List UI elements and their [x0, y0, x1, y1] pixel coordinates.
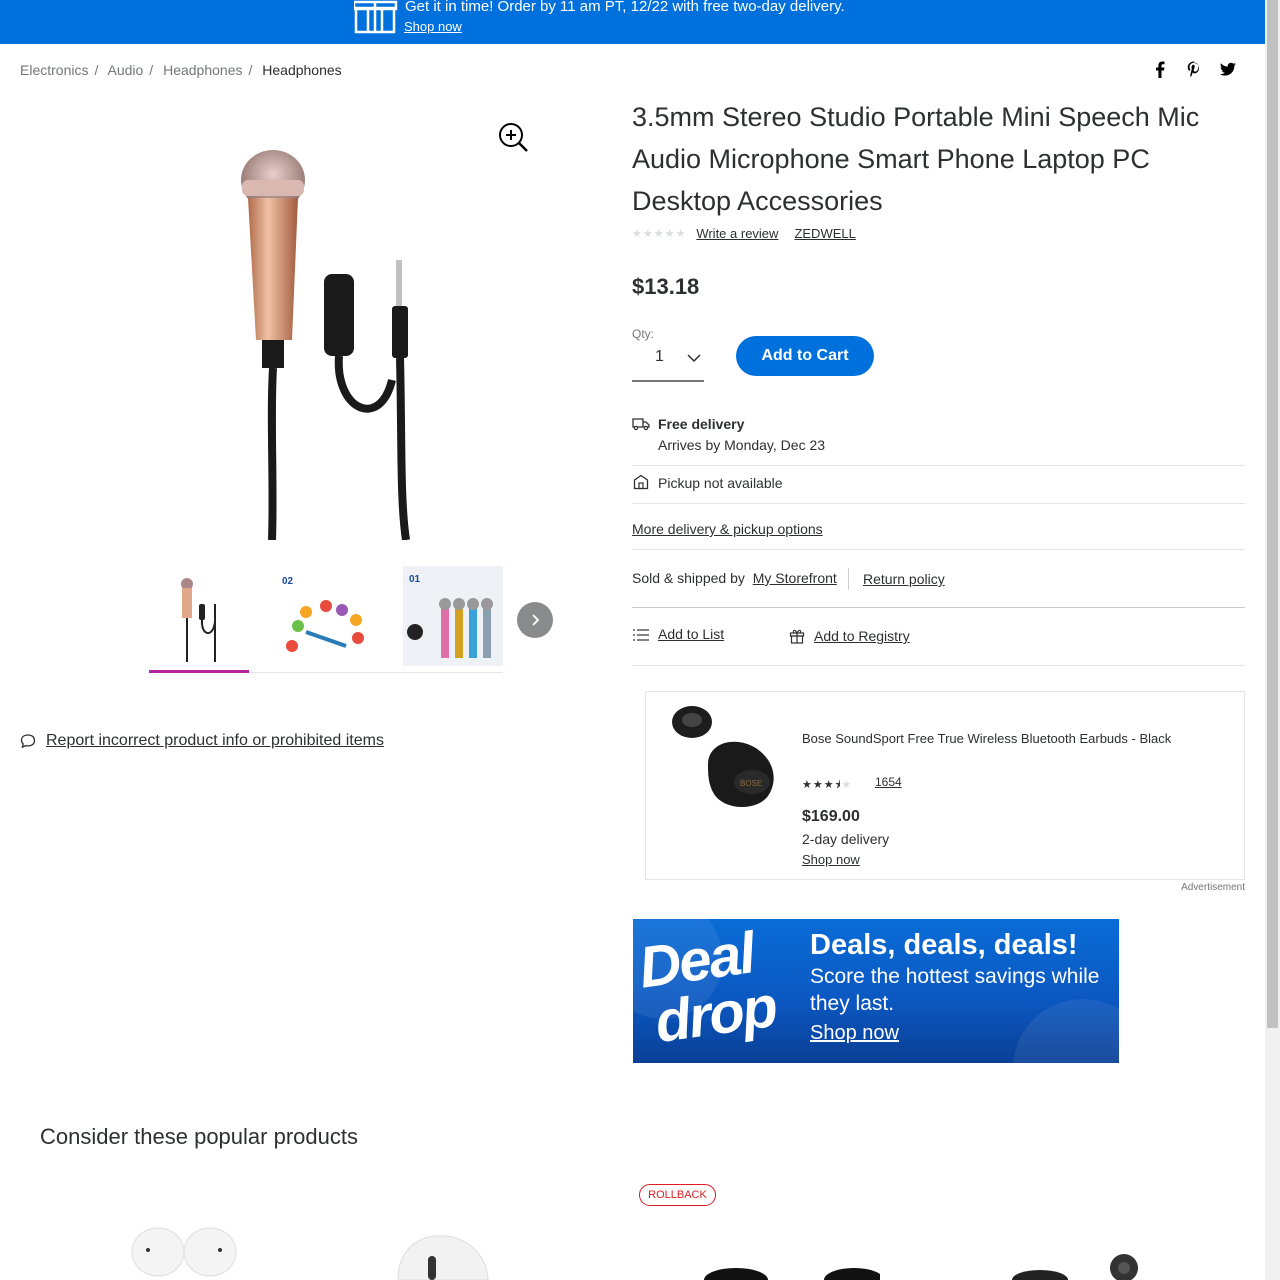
rating-row: ★★★★★ Write a review ZEDWELL	[632, 226, 856, 241]
thumbnail-selected-indicator	[149, 670, 249, 673]
add-to-cart-button[interactable]: Add to Cart	[736, 336, 874, 376]
thumbnail-2[interactable]: 02	[276, 566, 376, 666]
add-to-list-link[interactable]: Add to List	[658, 626, 724, 642]
promo-shop-now-link[interactable]: Shop now	[404, 19, 462, 34]
svg-text:02: 02	[282, 576, 294, 587]
advertisement-label: Advertisement	[1181, 882, 1245, 893]
popular-product-image-2[interactable]	[388, 1220, 498, 1280]
ad-product-image: BOSE	[672, 706, 774, 808]
pinterest-icon[interactable]	[1183, 58, 1205, 80]
thumbnail-3[interactable]: 01	[403, 566, 503, 666]
qty-label: Qty:	[632, 327, 655, 341]
store-icon	[633, 474, 649, 490]
scrollbar-thumb[interactable]	[1267, 0, 1278, 1028]
deal-shop-now-link[interactable]: Shop now	[810, 1022, 899, 1045]
section-title: Consider these popular products	[40, 1124, 358, 1149]
zoom-in-icon[interactable]	[496, 120, 530, 154]
ad-review-count[interactable]: 1654	[875, 775, 902, 789]
facebook-icon[interactable]	[1149, 58, 1171, 80]
deal-drop-banner[interactable]: Deal drop Deals, deals, deals! Score the…	[633, 919, 1119, 1063]
pickup-status: Pickup not available	[658, 475, 783, 491]
report-link[interactable]: Report incorrect product info or prohibi…	[20, 732, 384, 750]
registry-gift-icon	[789, 629, 805, 644]
divider-vertical	[848, 568, 849, 590]
product-price: $13.18	[632, 274, 700, 299]
breadcrumb-audio[interactable]: Audio	[107, 62, 143, 78]
popular-product-image-1[interactable]	[130, 1220, 240, 1280]
chat-bubble-icon	[20, 734, 36, 749]
report-link-text: Report incorrect product info or prohibi…	[46, 732, 384, 749]
thumbnail-1[interactable]	[149, 566, 249, 666]
ad-price: $169.00	[802, 808, 860, 825]
divider	[632, 549, 1245, 550]
popular-product-image-3[interactable]	[700, 1220, 880, 1280]
breadcrumb-electronics[interactable]: Electronics	[20, 62, 88, 78]
chevron-right-icon	[532, 614, 540, 626]
divider	[632, 503, 1245, 504]
sponsored-product-card[interactable]: BOSE Bose SoundSport Free True Wireless …	[645, 691, 1245, 880]
product-title: 3.5mm Stereo Studio Portable Mini Speech…	[632, 102, 1200, 216]
more-delivery-options-link[interactable]: More delivery & pickup options	[632, 521, 823, 537]
promo-message: Get it in time! Order by 11 am PT, 12/22…	[405, 0, 845, 15]
svg-text:BOSE: BOSE	[740, 779, 762, 788]
truck-icon	[632, 418, 650, 431]
gallery-next-button[interactable]	[517, 602, 553, 638]
breadcrumb: Electronics / Audio / Headphones / Headphon…	[20, 62, 342, 78]
ad-product-name[interactable]: Bose SoundSport Free True Wireless Bluet…	[802, 731, 1171, 746]
product-main-image	[241, 150, 410, 540]
rating-stars: ★★★★★	[632, 228, 687, 240]
rollback-badge: ROLLBACK	[639, 1184, 716, 1206]
add-to-registry-link[interactable]: Add to Registry	[814, 628, 910, 644]
delivery-date: Arrives by Monday, Dec 23	[658, 437, 826, 453]
ad-shop-now-link[interactable]: Shop now	[802, 852, 860, 867]
chevron-down-icon	[687, 354, 701, 363]
deal-headline: Deals, deals, deals!	[810, 929, 1078, 961]
ad-rating-stars: ★★★⯨★	[802, 779, 853, 791]
breadcrumb-current: Headphones	[262, 62, 342, 78]
popular-product-image-4[interactable]	[1000, 1220, 1150, 1280]
quantity-select[interactable]: 1	[632, 340, 704, 382]
divider	[632, 607, 1245, 608]
ad-delivery: 2-day delivery	[802, 831, 890, 847]
promo-banner: Get it in time! Order by 11 am PT, 12/22…	[0, 0, 1265, 44]
deal-subtext: Score the hottest savings while they las…	[810, 965, 1100, 1015]
return-policy-link[interactable]: Return policy	[863, 571, 945, 587]
svg-text:01: 01	[409, 574, 421, 585]
seller-link[interactable]: My Storefront	[753, 570, 837, 586]
divider	[632, 465, 1245, 466]
breadcrumb-headphones[interactable]: Headphones	[163, 62, 242, 78]
brand-link[interactable]: ZEDWELL	[794, 226, 855, 241]
write-review-link[interactable]: Write a review	[696, 226, 778, 241]
sold-by: Sold & shipped by My Storefront	[632, 570, 837, 586]
quantity-value: 1	[655, 348, 664, 365]
list-icon	[633, 629, 649, 641]
sold-by-label: Sold & shipped by	[632, 570, 745, 586]
twitter-icon[interactable]	[1217, 58, 1239, 80]
gift-icon	[354, 0, 398, 34]
delivery-title: Free delivery	[658, 416, 745, 432]
divider	[632, 665, 1245, 666]
